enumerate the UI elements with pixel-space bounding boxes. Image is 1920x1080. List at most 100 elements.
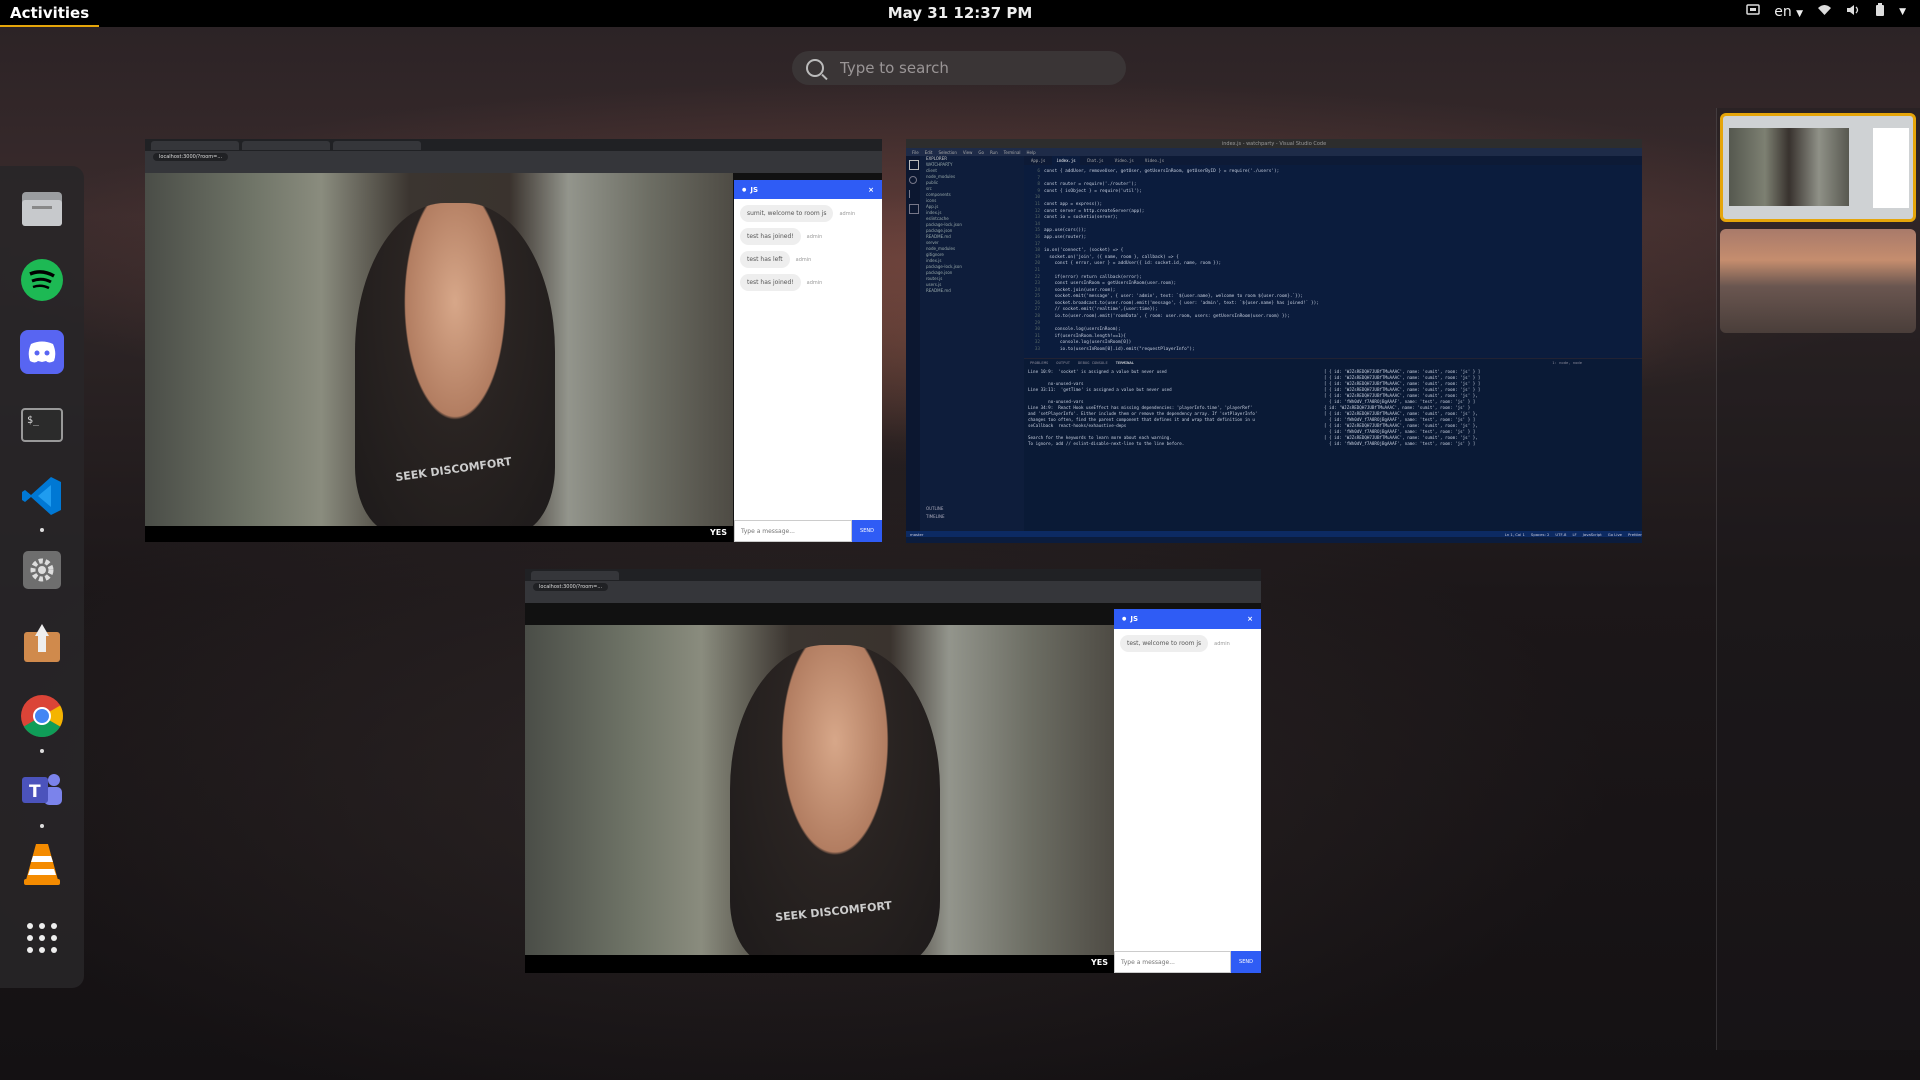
search-input[interactable] — [838, 58, 1082, 78]
video-player[interactable]: SEEK DISCOMFORT — [145, 173, 733, 533]
browser-tab[interactable] — [531, 570, 619, 580]
files-app-icon[interactable] — [20, 186, 64, 230]
vlc-app-icon[interactable] — [20, 842, 64, 886]
browser-window-1[interactable]: localhost:3000/?room=... SEEK DISCOMFORT… — [145, 139, 882, 542]
message-sender: admin — [806, 233, 823, 240]
menu-selection[interactable]: Selection — [938, 150, 956, 155]
chat-input-bar: SEND — [734, 520, 882, 542]
video-player[interactable]: SEEK DISCOMFORT — [525, 625, 1114, 965]
line-number: 13 — [1034, 215, 1040, 221]
screen-share-icon[interactable] — [1746, 4, 1760, 20]
chat-header: ● JS × — [1114, 609, 1261, 629]
terminal-selector[interactable]: 1: node, node — [1552, 360, 1582, 365]
close-icon[interactable]: × — [868, 186, 874, 194]
send-button[interactable]: SEND — [852, 520, 882, 542]
status-item[interactable]: JavaScript — [1583, 532, 1602, 537]
editor-tab[interactable]: Video.js — [1141, 156, 1168, 165]
code-text: if(usersInRoom.length!==1){ — [1044, 333, 1126, 339]
menu-edit[interactable]: Edit — [925, 150, 933, 155]
url-field[interactable]: localhost:3000/?room=... — [533, 583, 609, 591]
code-line: 15 app.use(cors()); — [1024, 228, 1642, 235]
vscode-body: EXPLORER WATCHPARTY client node_modules pub… — [906, 156, 1642, 537]
url-field[interactable]: localhost:3000/?room=... — [153, 153, 229, 161]
code-editor[interactable]: App.js index.js Chat.js Video.js Video.j… — [1024, 156, 1642, 358]
menu-help[interactable]: Help — [1027, 150, 1036, 155]
message-input[interactable] — [734, 520, 852, 542]
app-installer-icon[interactable] — [20, 621, 64, 665]
terminal-app-icon[interactable]: $_ — [20, 403, 64, 447]
chat-message: test has joined! admin — [740, 274, 876, 291]
panel-tab-terminal[interactable]: TERMINAL — [1116, 360, 1134, 365]
status-item[interactable]: Prettier — [1628, 532, 1642, 537]
menu-go[interactable]: Go — [978, 150, 984, 155]
timeline-section[interactable]: TIMELINE — [920, 514, 1024, 519]
code-text: io.to(user.room).emit('roomData', { room… — [1044, 314, 1290, 320]
panel-tab-debug[interactable]: DEBUG CONSOLE — [1078, 360, 1108, 365]
status-item[interactable]: master — [910, 532, 923, 537]
terminal-output-left: Line 10:9: 'socket' is assigned a value … — [1028, 369, 1318, 447]
vscode-app-icon[interactable] — [20, 474, 64, 518]
online-icon: ● — [742, 186, 747, 193]
status-item[interactable]: Spaces: 2 — [1531, 532, 1549, 537]
workspace-thumbnail[interactable] — [1720, 229, 1916, 333]
editor-tab[interactable]: Video.js — [1111, 156, 1138, 165]
chat-message: sumit, welcome to room js admin — [740, 205, 876, 222]
code-text: if(error) return callback(error); — [1044, 274, 1142, 280]
status-item[interactable]: Go Live — [1608, 532, 1622, 537]
wifi-icon[interactable] — [1817, 4, 1832, 20]
overview-search[interactable] — [792, 51, 1126, 85]
close-icon[interactable]: × — [1247, 615, 1253, 623]
code-text: app.use(cors()); — [1044, 228, 1087, 234]
vscode-window[interactable]: index.js - watchparty - Visual Studio Co… — [906, 139, 1642, 543]
bookmarks-bar — [145, 163, 882, 173]
chrome-app-icon[interactable] — [20, 694, 64, 738]
send-button[interactable]: SEND — [1231, 951, 1261, 973]
tab-strip — [525, 569, 1261, 581]
code-line: 18 io.on('connect', (socket) => { — [1024, 248, 1642, 255]
settings-app-icon[interactable] — [20, 548, 64, 592]
editor-tab[interactable]: Chat.js — [1083, 156, 1108, 165]
workspace-thumbnail-active[interactable] — [1720, 113, 1916, 222]
panel-tab-problems[interactable]: PROBLEMS — [1030, 360, 1048, 365]
editor-tab[interactable]: App.js — [1027, 156, 1049, 165]
activities-button[interactable]: Activities — [0, 0, 100, 27]
show-applications-icon[interactable] — [20, 916, 64, 960]
thumbnail-window — [1873, 128, 1909, 208]
line-number: 33 — [1034, 347, 1040, 353]
status-item[interactable]: UTF-8 — [1555, 532, 1566, 537]
code-area[interactable]: 6 const { addUser, removeUser, getUser, g… — [1024, 165, 1642, 354]
code-line: 9 const { isObject } = require('util'); — [1024, 189, 1642, 196]
system-menu-chevron-down-icon[interactable]: ▼ — [1899, 7, 1906, 17]
system-tray[interactable]: en ▼ ▼ — [1746, 3, 1906, 21]
extensions-icon[interactable] — [909, 204, 919, 214]
source-control-icon[interactable] — [909, 190, 916, 198]
code-line: 20 const { error, user } = addUser({ id:… — [1024, 261, 1642, 268]
explorer-icon[interactable] — [909, 160, 919, 170]
status-bar: master Ln 1, Col 1 Spaces: 2 UTF-8 LF JavaScr… — [906, 531, 1642, 537]
browser-tab[interactable] — [333, 140, 421, 150]
panel-tab-output[interactable]: OUTPUT — [1056, 360, 1070, 365]
status-item[interactable]: LF — [1572, 532, 1576, 537]
spotify-app-icon[interactable] — [20, 258, 64, 302]
outline-section[interactable]: OUTLINE — [920, 506, 1024, 511]
explorer-item[interactable]: README.md — [920, 288, 1024, 294]
status-item[interactable]: Ln 1, Col 1 — [1505, 532, 1525, 537]
menu-run[interactable]: Run — [990, 150, 998, 155]
message-input[interactable] — [1114, 951, 1231, 973]
battery-icon[interactable] — [1875, 3, 1885, 21]
discord-app-icon[interactable] — [20, 330, 64, 374]
menu-view[interactable]: View — [963, 150, 973, 155]
language-indicator[interactable]: en ▼ — [1774, 4, 1803, 20]
browser-window-2[interactable]: localhost:3000/?room=... SEEK DISCOMFORT… — [525, 569, 1261, 973]
code-text: socket.emit('message', { user: 'admin', … — [1044, 294, 1304, 300]
menu-file[interactable]: File — [912, 150, 919, 155]
browser-tab[interactable] — [151, 140, 239, 150]
editor-tab-active[interactable]: index.js — [1052, 156, 1080, 165]
clock[interactable]: May 31 12:37 PM — [888, 4, 1033, 22]
browser-tab[interactable] — [242, 140, 330, 150]
search-icon[interactable] — [909, 176, 917, 184]
terminal-panel[interactable]: PROBLEMS OUTPUT DEBUG CONSOLE TERMINAL 1… — [1024, 358, 1642, 537]
teams-app-icon[interactable]: T — [20, 769, 64, 813]
volume-icon[interactable] — [1846, 4, 1861, 20]
menu-terminal[interactable]: Terminal — [1004, 150, 1021, 155]
